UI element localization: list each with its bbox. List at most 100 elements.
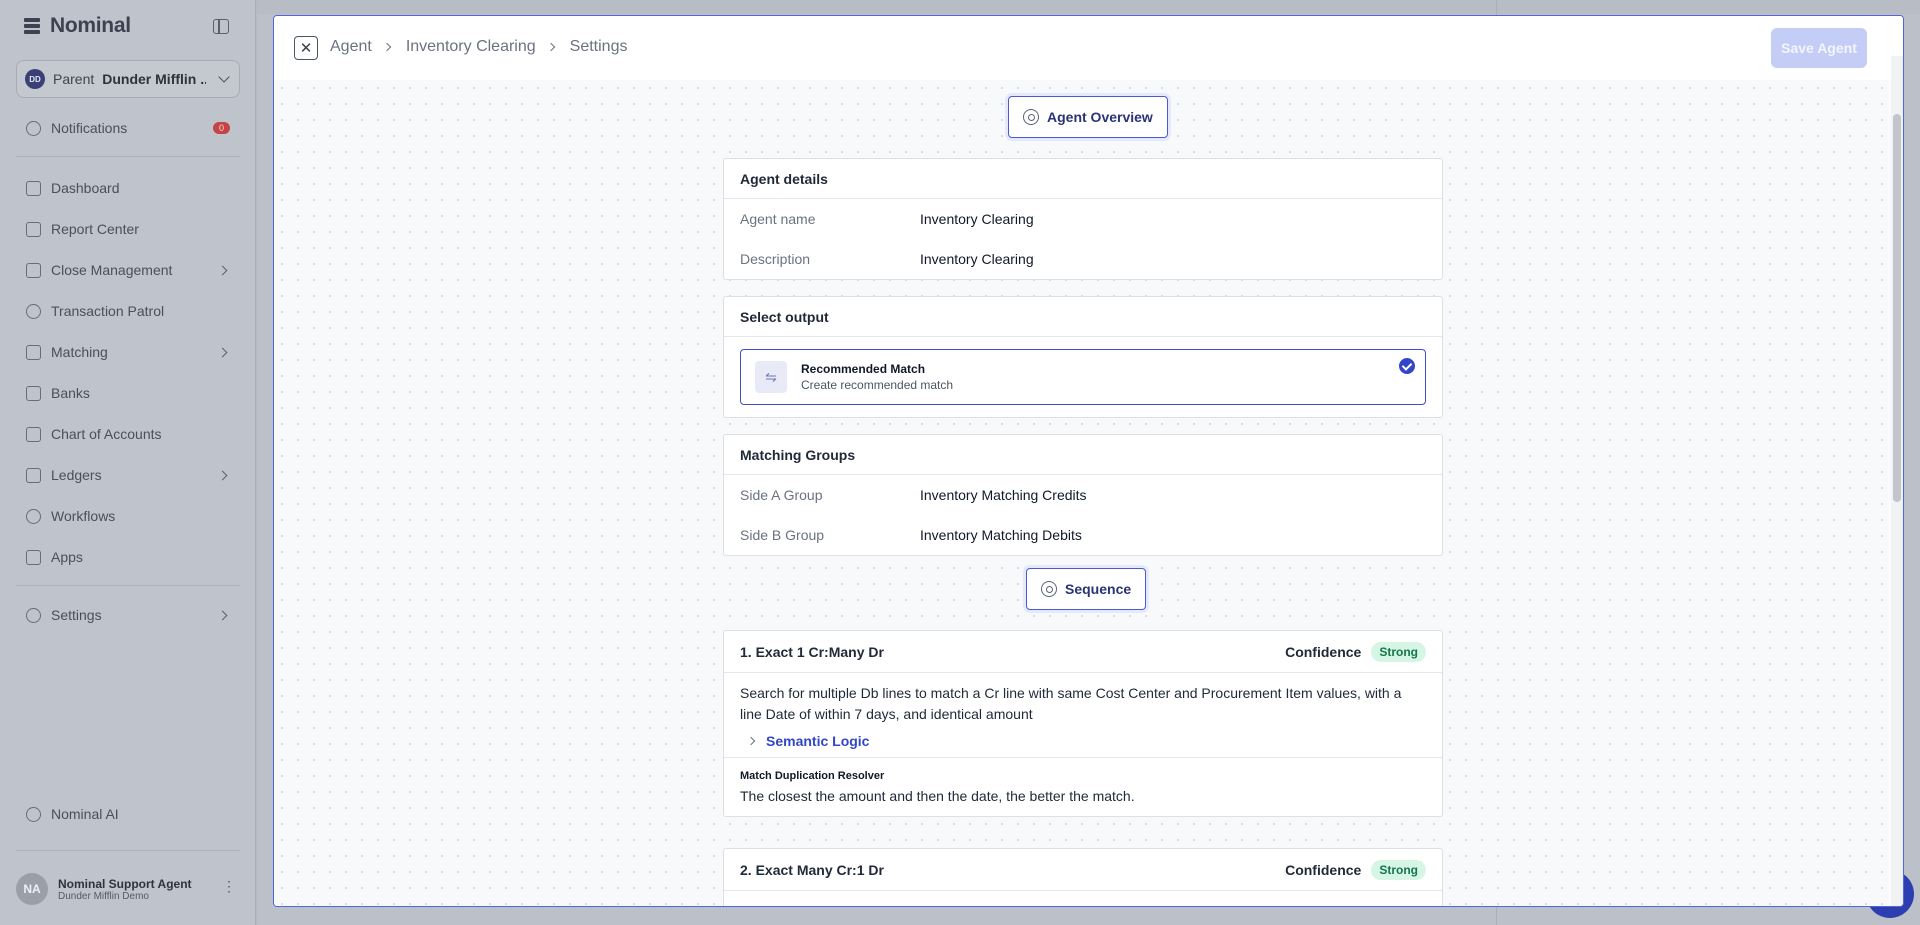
card-title: Agent details: [724, 159, 1442, 199]
save-agent-button[interactable]: Save Agent: [1771, 28, 1867, 68]
scrollbar-thumb[interactable]: [1893, 114, 1901, 502]
side-a-group-row: Side A Group Inventory Matching Credits: [724, 475, 1442, 515]
field-label: Agent name: [740, 211, 816, 227]
side-b-group-row: Side B Group Inventory Matching Debits: [724, 515, 1442, 555]
agent-name-row: Agent name Inventory Clearing: [724, 199, 1442, 239]
sidebar-item-label: Notifications: [51, 120, 128, 136]
user-name: Nominal Support Agent: [58, 876, 192, 891]
agent-canvas: Agent Overview Agent details Agent name …: [274, 80, 1888, 906]
sequence-button[interactable]: Sequence: [1026, 568, 1147, 610]
rule-header: 1. Exact 1 Cr:Many Dr Confidence Strong: [724, 631, 1442, 673]
sidebar-divider: [16, 585, 240, 586]
sidebar-item-nominal-ai[interactable]: Nominal AI: [16, 796, 240, 832]
sidebar-item-label: Chart of Accounts: [51, 426, 162, 442]
modal-scrollbar[interactable]: [1891, 56, 1903, 906]
resolver-title: Match Duplication Resolver: [740, 770, 885, 782]
avatar: NA: [16, 873, 48, 905]
dashboard-icon: [26, 180, 41, 196]
option-subtitle: Create recommended match: [801, 378, 954, 392]
sidebar-item-label: Apps: [51, 549, 83, 565]
confidence-badge: Strong: [1371, 859, 1426, 880]
agent-overview-button[interactable]: Agent Overview: [1008, 96, 1168, 138]
output-option-recommended-match[interactable]: ⇋ Recommended Match Create recommended m…: [740, 349, 1426, 405]
confidence: Confidence Strong: [1285, 641, 1426, 662]
sequence-icon: [1041, 581, 1057, 597]
bell-icon: [26, 120, 41, 136]
sidebar-item-close-management[interactable]: Close Management: [16, 252, 240, 288]
brand[interactable]: Nominal: [22, 14, 131, 38]
sidebar-divider: [16, 156, 240, 157]
breadcrumb-settings: Settings: [569, 38, 628, 55]
gear-icon: [26, 607, 41, 623]
option-title: Recommended Match: [801, 362, 926, 376]
apps-icon: [26, 549, 41, 565]
chevron-right-icon: [546, 42, 555, 52]
matching-icon: [26, 344, 41, 360]
field-value: Inventory Matching Debits: [920, 527, 1082, 543]
sidebar-item-workflows[interactable]: Workflows: [16, 498, 240, 534]
accounts-icon: [26, 426, 41, 442]
user-org: Dunder Mifflin Demo: [58, 890, 149, 902]
sidebar-item-dashboard[interactable]: Dashboard: [16, 170, 240, 206]
field-label: Description: [740, 251, 811, 267]
report-icon: [26, 221, 41, 237]
breadcrumb-agent[interactable]: Agent: [330, 38, 372, 56]
checkmark-icon: [1399, 358, 1415, 374]
close-icon: ✕: [299, 40, 313, 57]
breadcrumb-inventory-clearing[interactable]: Inventory Clearing: [406, 38, 536, 56]
semantic-logic-toggle[interactable]: Semantic Logic: [724, 725, 1442, 757]
sidebar-item-chart-of-accounts[interactable]: Chart of Accounts: [16, 416, 240, 452]
rule-header: 2. Exact Many Cr:1 Dr Confidence Strong: [724, 849, 1442, 891]
sidebar-item-banks[interactable]: Banks: [16, 375, 240, 411]
sidebar-collapse-icon[interactable]: [213, 19, 229, 34]
rule-description: Search for multiple Db lines to match a …: [740, 685, 1402, 722]
sidebar-item-transaction-patrol[interactable]: Transaction Patrol: [16, 293, 240, 329]
sidebar-item-settings[interactable]: Settings: [16, 597, 240, 633]
calendar-icon: [26, 262, 41, 278]
sidebar-item-matching[interactable]: Matching: [16, 334, 240, 370]
chevron-right-icon: [217, 265, 228, 275]
brand-name: Nominal: [50, 14, 131, 37]
sidebar-item-apps[interactable]: Apps: [16, 539, 240, 575]
sequence-label: Sequence: [1065, 581, 1132, 597]
sidebar-item-label: Nominal AI: [51, 806, 119, 822]
entity-selector[interactable]: DD Parent Dunder Mifflin ...: [16, 60, 240, 98]
matching-groups-card: Matching Groups Side A Group Inventory M…: [723, 434, 1443, 556]
sidebar-item-ledgers[interactable]: Ledgers: [16, 457, 240, 493]
workflow-icon: [26, 508, 41, 524]
field-value: Inventory Clearing: [920, 251, 1034, 267]
nominal-logo-icon: [22, 16, 42, 36]
agent-overview-label: Agent Overview: [1047, 109, 1153, 125]
match-duplication-resolver: Match Duplication Resolver The closest t…: [724, 757, 1442, 816]
chevron-right-icon: [217, 470, 228, 480]
agent-settings-modal: ✕ Agent Inventory Clearing Settings Save…: [273, 15, 1904, 907]
entity-name: Dunder Mifflin ...: [102, 71, 207, 87]
notification-count-badge: 0: [212, 122, 230, 134]
rule-card: 1. Exact 1 Cr:Many Dr Confidence Strong …: [723, 630, 1443, 817]
sidebar-item-notifications[interactable]: Notifications 0: [16, 110, 240, 146]
sidebar-item-label: Settings: [51, 607, 102, 623]
rule-title: 1. Exact 1 Cr:Many Dr: [740, 643, 884, 660]
semantic-logic-label: Semantic Logic: [766, 733, 870, 749]
chevron-right-icon: [382, 42, 392, 52]
card-title: Matching Groups: [724, 435, 1442, 475]
match-arrows-icon: ⇋: [755, 361, 787, 393]
chevron-right-icon: [217, 610, 228, 620]
close-button[interactable]: ✕: [294, 36, 318, 60]
ledger-icon: [26, 467, 41, 483]
sidebar: Nominal DD Parent Dunder Mifflin ... Not…: [0, 0, 256, 925]
user-menu[interactable]: NA Nominal Support Agent Dunder Mifflin …: [16, 868, 246, 910]
field-value: Inventory Matching Credits: [920, 487, 1087, 503]
resolver-text: The closest the amount and then the date…: [740, 788, 1135, 804]
sidebar-item-label: Ledgers: [51, 467, 102, 483]
chevron-down-icon: [218, 71, 230, 83]
sidebar-item-report-center[interactable]: Report Center: [16, 211, 240, 247]
more-options-icon[interactable]: ⋮: [222, 878, 236, 895]
sidebar-item-label: Close Management: [51, 262, 173, 278]
confidence-label: Confidence: [1285, 643, 1362, 660]
select-output-card: Select output ⇋ Recommended Match Create…: [723, 296, 1443, 418]
sidebar-item-label: Banks: [51, 385, 90, 401]
sidebar-item-label: Dashboard: [51, 180, 120, 196]
chevron-right-icon: [217, 347, 228, 357]
entity-avatar: DD: [25, 69, 45, 89]
